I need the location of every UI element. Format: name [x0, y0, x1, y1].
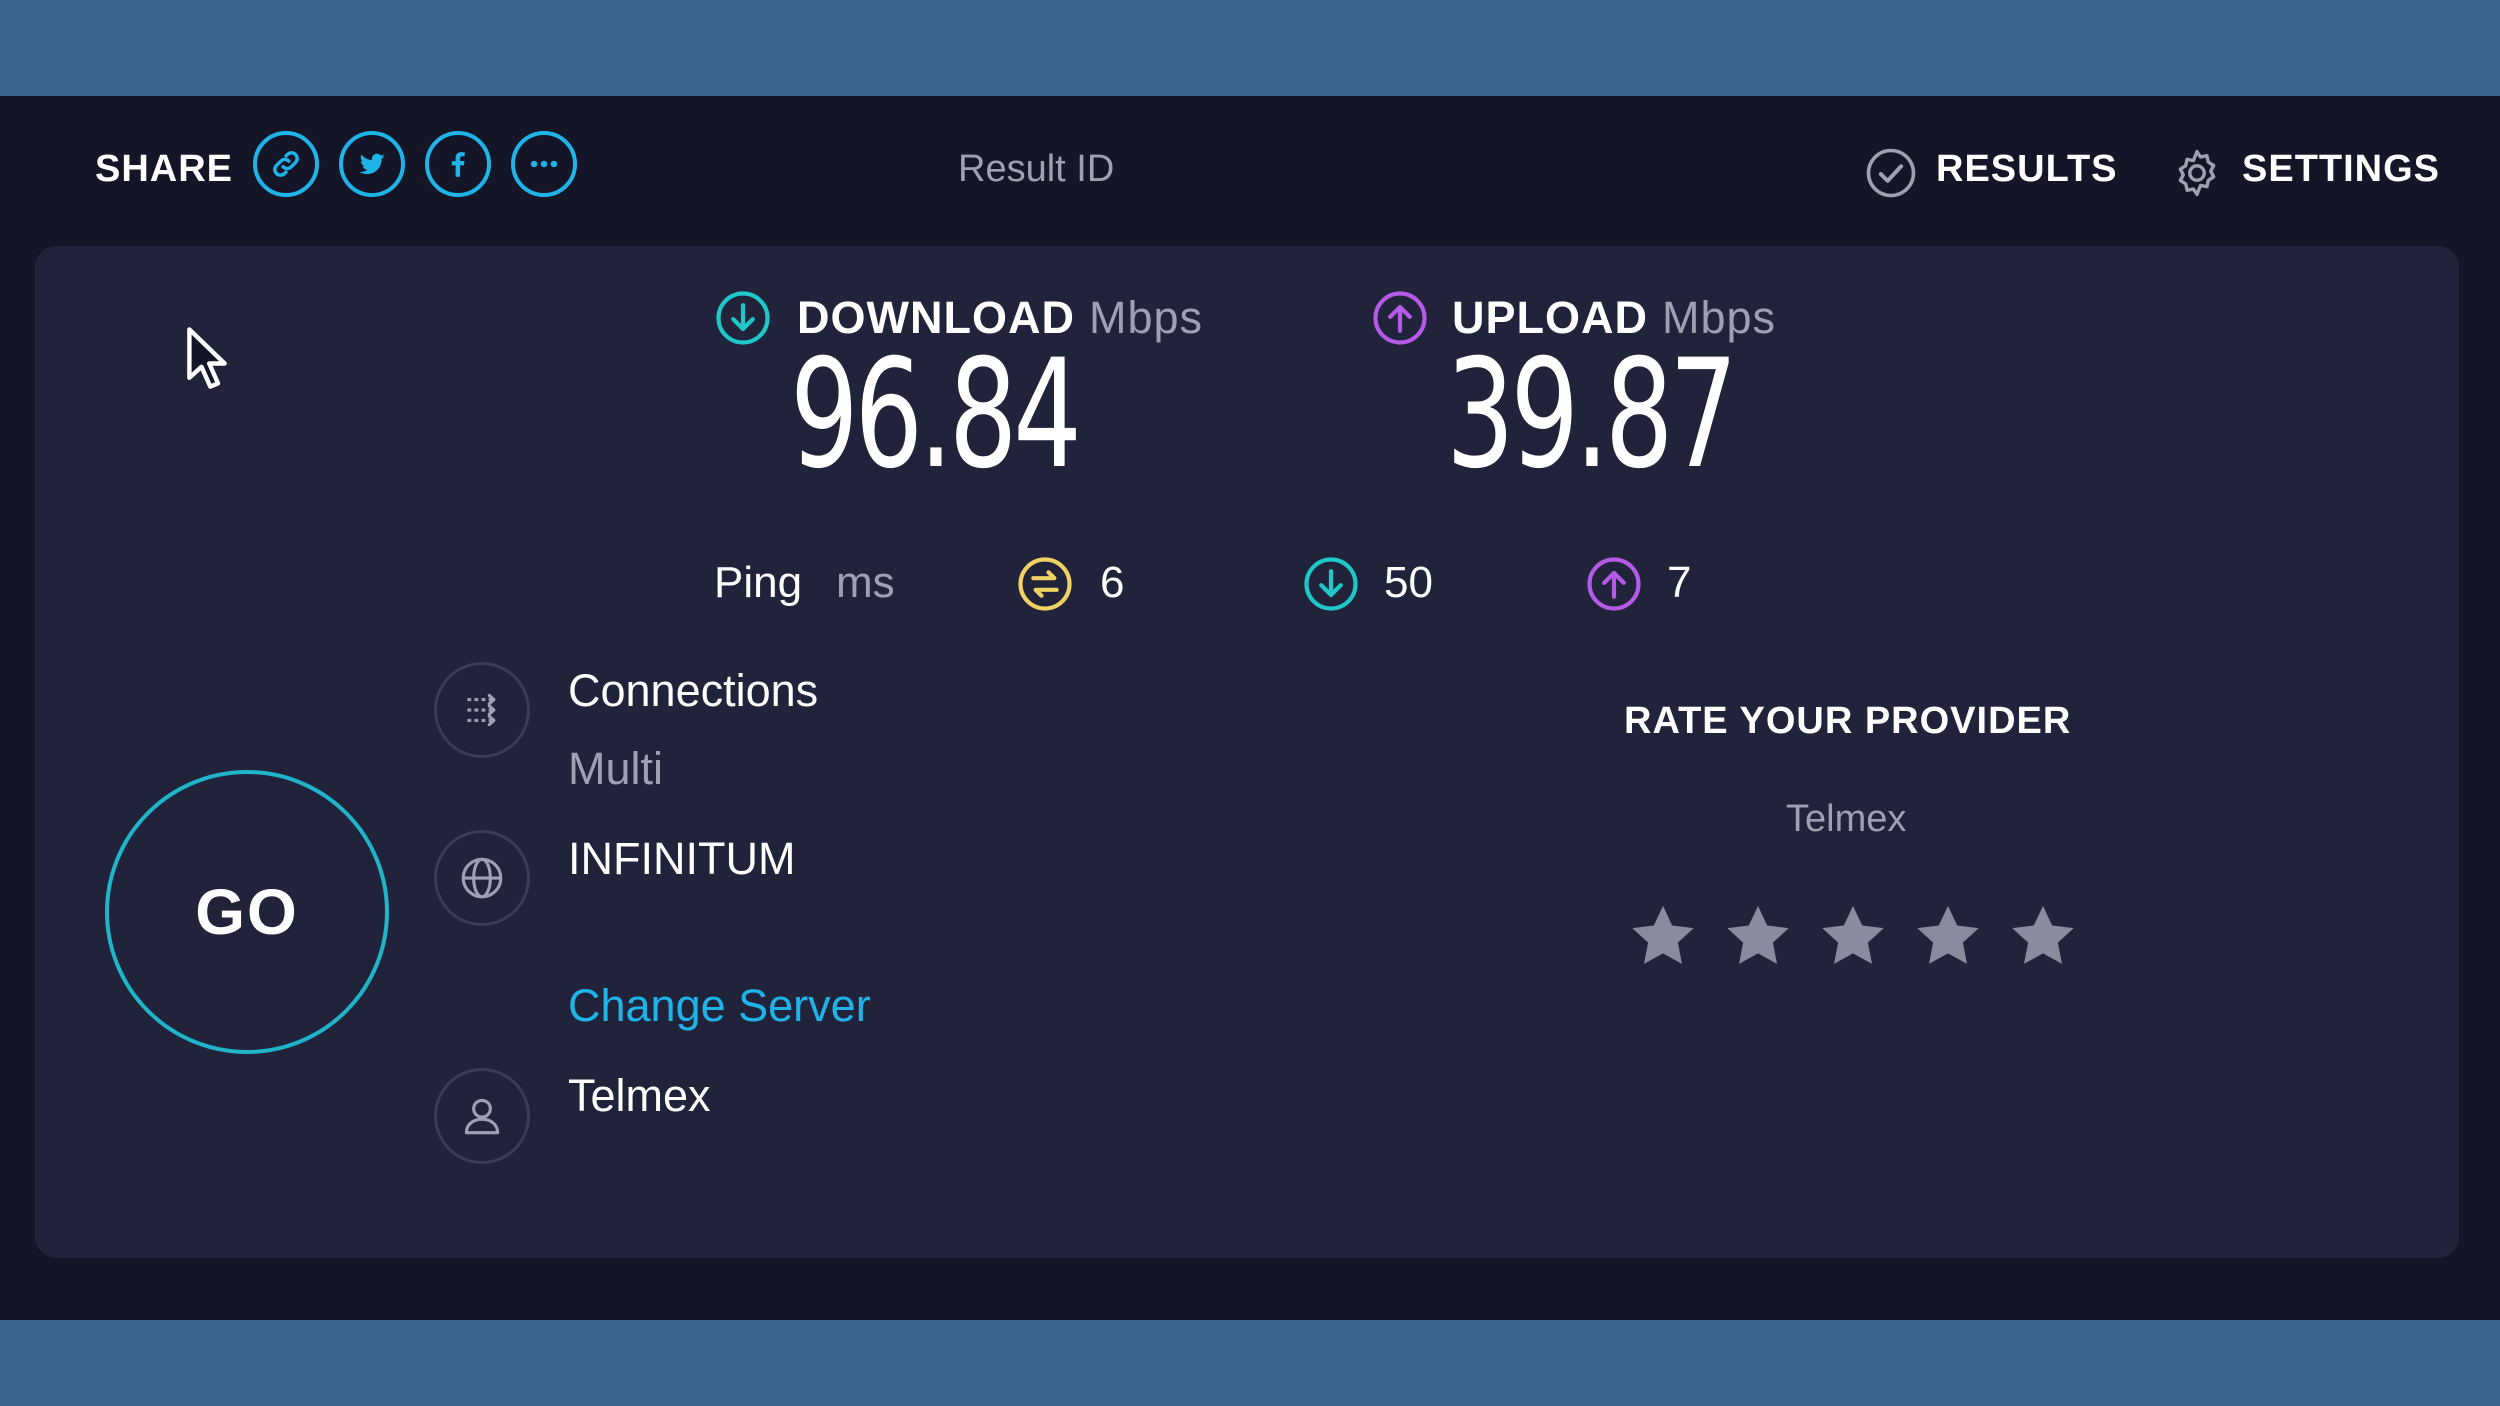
share-more-button[interactable]: [511, 131, 577, 197]
more-icon: [530, 160, 558, 168]
change-server-link[interactable]: Change Server: [568, 980, 871, 1032]
share-label: SHARE: [95, 148, 234, 190]
link-icon: [273, 151, 299, 177]
mouse-cursor-icon: [187, 327, 227, 389]
download-unit: Mbps: [1088, 292, 1204, 343]
share-facebook-button[interactable]: [425, 131, 491, 197]
share-twitter-button[interactable]: [339, 131, 405, 197]
server-badge: [434, 830, 530, 926]
connections-toggle[interactable]: [434, 662, 530, 758]
rating-star-2[interactable]: [1720, 898, 1796, 974]
globe-icon: [461, 857, 503, 899]
gear-icon[interactable]: [2170, 146, 2224, 200]
rate-provider-title: RATE YOUR PROVIDER: [1624, 700, 2072, 742]
ping-upload-value: 7: [1667, 558, 1692, 607]
rate-provider-name: Telmex: [1786, 798, 1907, 840]
result-card: [35, 246, 2459, 1258]
rating-star-4[interactable]: [1910, 898, 1986, 974]
ping-idle-value: 6: [1100, 558, 1125, 607]
ping-unit: ms: [836, 558, 895, 607]
go-button[interactable]: GO: [105, 770, 389, 1054]
connections-title: Connections: [568, 665, 819, 716]
share-link-button[interactable]: [253, 131, 319, 197]
download-latency-icon: [1304, 557, 1358, 611]
provider-badge: [434, 1068, 530, 1164]
checkmark-circle-icon[interactable]: [1864, 146, 1918, 200]
ping-download-value: 50: [1384, 558, 1433, 607]
server-name: INFINITUM: [568, 833, 796, 884]
ping-label: Ping: [714, 558, 803, 607]
download-arrow-icon: [716, 291, 770, 345]
upload-value: 39.87: [1446, 328, 1738, 502]
upload-arrow-icon: [1373, 291, 1427, 345]
download-value: 96.84: [790, 328, 1082, 502]
provider-name: Telmex: [568, 1070, 711, 1121]
connections-value[interactable]: Multi: [568, 743, 663, 795]
facebook-icon: [451, 152, 465, 177]
settings-link[interactable]: SETTINGS: [2242, 148, 2440, 191]
results-link[interactable]: RESULTS: [1936, 148, 2118, 191]
rating-star-3[interactable]: [1815, 898, 1891, 974]
rating-star-5[interactable]: [2005, 898, 2081, 974]
connections-icon: [467, 693, 496, 727]
user-icon: [464, 1098, 500, 1135]
rating-star-1[interactable]: [1625, 898, 1701, 974]
result-id-label: Result ID: [958, 148, 1115, 190]
idle-latency-icon: [1018, 557, 1072, 611]
upload-latency-icon: [1587, 557, 1641, 611]
twitter-icon: [359, 153, 385, 175]
